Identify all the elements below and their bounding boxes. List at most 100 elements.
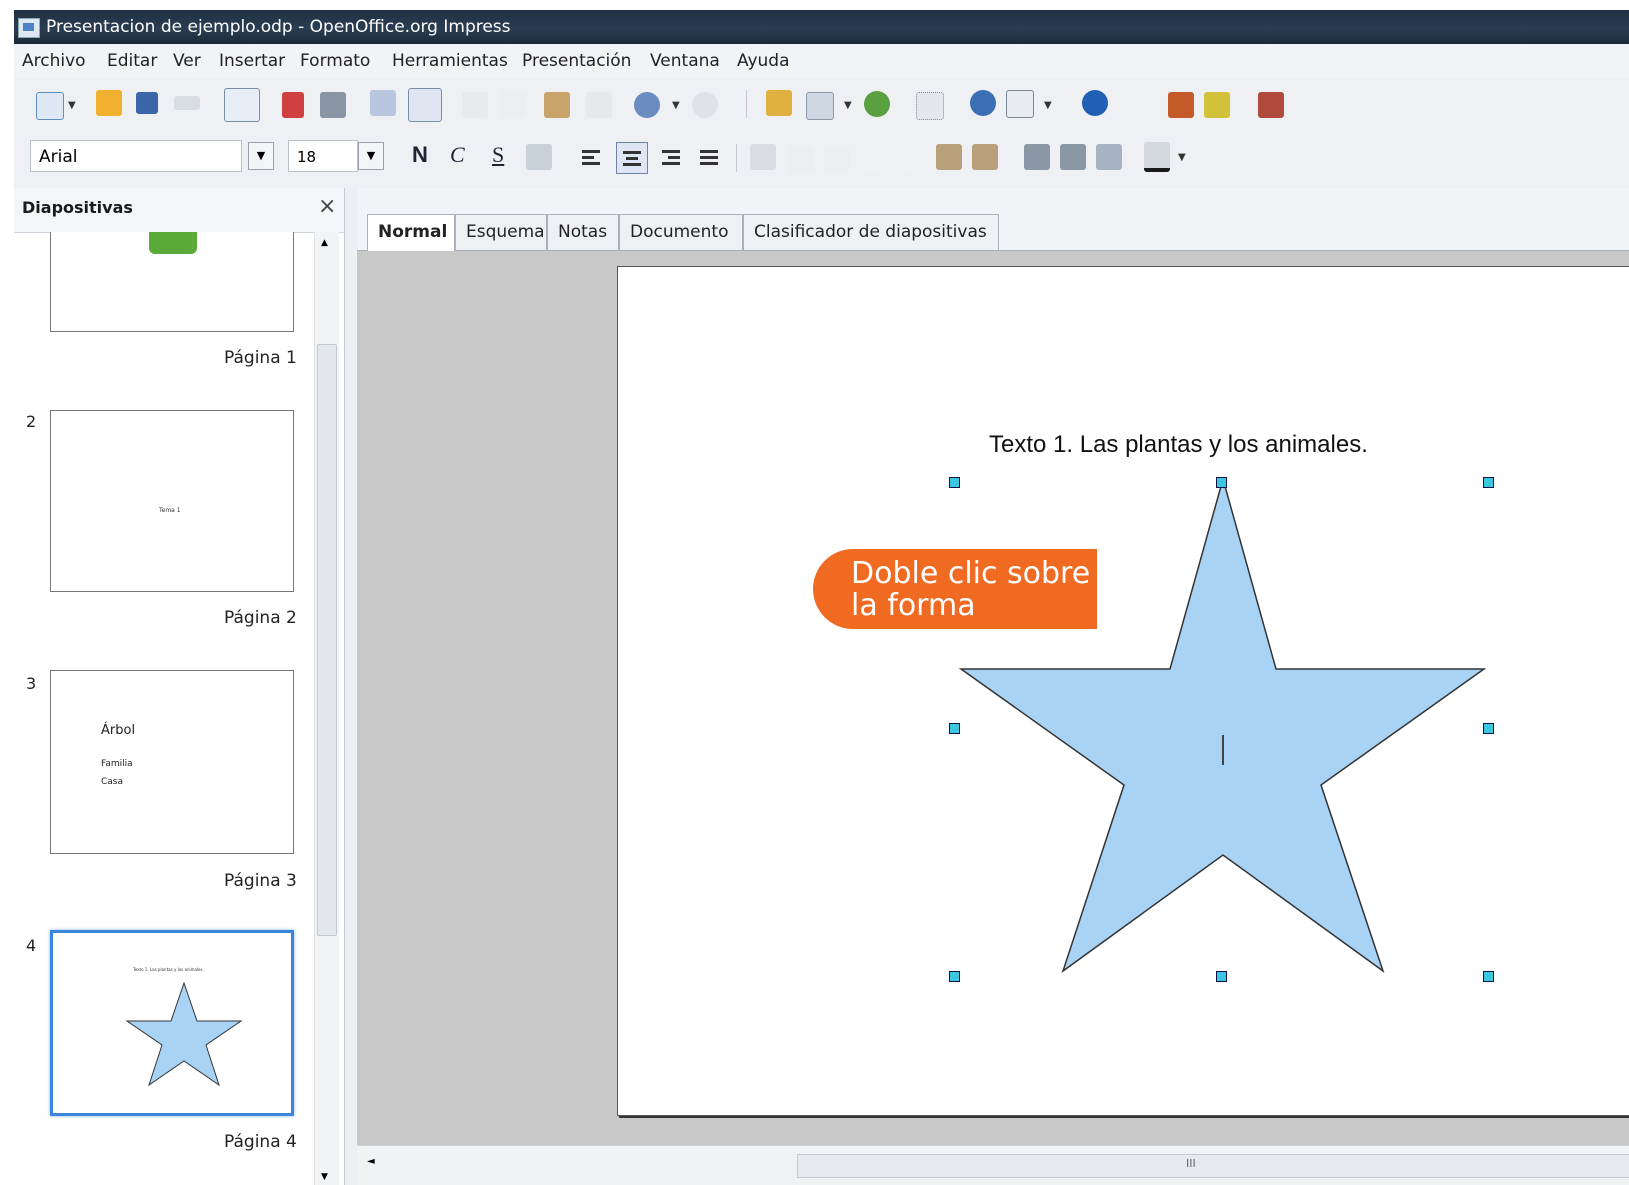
selection-handle[interactable] [1483, 723, 1494, 734]
scroll-grip: III [1186, 1157, 1196, 1170]
tab-clasificador[interactable]: Clasificador de diapositivas [743, 214, 999, 250]
zoom-icon[interactable] [1006, 90, 1034, 118]
align-left-icon[interactable] [576, 142, 606, 172]
font-effect-icon[interactable] [526, 144, 552, 170]
navigator-icon[interactable] [970, 90, 996, 116]
align-right-icon[interactable] [656, 142, 686, 172]
font-color-dropdown-icon[interactable]: ▼ [1178, 152, 1186, 163]
star-shape[interactable] [956, 471, 1490, 977]
slide-thumbnail-1[interactable] [50, 232, 294, 332]
menu-ventana[interactable]: Ventana [650, 44, 720, 78]
selection-handle[interactable] [1483, 971, 1494, 982]
slide-title-text[interactable]: Texto 1. Las plantas y los animales. [989, 431, 1368, 459]
character-icon[interactable] [1024, 144, 1050, 170]
callout-line-2: la forma [851, 588, 976, 623]
menu-bar: Archivo Editar Ver Insertar Formato Herr… [14, 44, 1629, 78]
tab-normal[interactable]: Normal [367, 214, 455, 251]
editing-area: Normal Esquema Notas Documento Clasifica… [357, 188, 1629, 1185]
menu-presentacion[interactable]: Presentación [522, 44, 631, 78]
print-icon[interactable] [320, 92, 346, 118]
slide-thumbnail-4[interactable]: Texto 1. Las plantas y los animales. [50, 930, 294, 1116]
italic-button[interactable]: C [450, 142, 465, 168]
table-dropdown-icon[interactable]: ▼ [844, 100, 852, 111]
selection-handle[interactable] [949, 971, 960, 982]
tab-esquema[interactable]: Esquema [455, 214, 547, 250]
menu-archivo[interactable]: Archivo [22, 44, 86, 78]
email-icon[interactable] [174, 96, 200, 110]
pane-splitter[interactable] [345, 188, 357, 1185]
selection-handle[interactable] [1483, 477, 1494, 488]
increase-spacing-icon[interactable] [936, 144, 962, 170]
thumbnail-text: Tema 1 [159, 507, 181, 514]
presentation-icon[interactable] [1258, 92, 1284, 118]
new-document-icon[interactable] [36, 92, 64, 120]
cut-icon[interactable] [462, 92, 488, 118]
color-bar-icon[interactable] [1204, 92, 1230, 118]
indent-less-icon[interactable] [788, 146, 814, 172]
font-name-box[interactable]: Arial [30, 140, 242, 172]
tab-documento[interactable]: Documento [619, 214, 743, 250]
menu-ayuda[interactable]: Ayuda [737, 44, 790, 78]
slide-thumbnail-3[interactable]: Árbol Familia Casa [50, 670, 294, 854]
menu-editar[interactable]: Editar [107, 44, 157, 78]
font-size-box[interactable]: 18 [288, 140, 358, 172]
shadow-button[interactable]: S [492, 142, 504, 168]
redo-icon[interactable] [692, 92, 718, 118]
copy-icon[interactable] [500, 92, 526, 118]
green-shape [149, 232, 197, 254]
undo-icon[interactable] [634, 92, 660, 118]
scroll-up-icon[interactable]: ▲ [321, 238, 328, 248]
help-icon[interactable] [1082, 90, 1108, 116]
edit-mode-icon[interactable] [224, 88, 260, 122]
scroll-left-icon[interactable]: ◄ [367, 1156, 375, 1167]
align-center-icon[interactable] [616, 142, 648, 174]
move-up-icon[interactable] [864, 146, 880, 172]
menu-herramientas[interactable]: Herramientas [392, 44, 508, 78]
chart-icon[interactable] [766, 90, 792, 116]
menu-insertar[interactable]: Insertar [219, 44, 285, 78]
save-icon[interactable] [136, 92, 158, 114]
spellcheck-icon[interactable] [370, 90, 396, 116]
autospellcheck-icon[interactable] [408, 88, 442, 122]
gallery-icon[interactable] [1168, 92, 1194, 118]
slide-pane-scrollbar[interactable]: ▲ ▼ [314, 232, 339, 1185]
bullets-icon[interactable] [750, 144, 776, 170]
export-pdf-icon[interactable] [282, 92, 304, 118]
paragraph-icon[interactable] [1060, 144, 1086, 170]
font-name-dropdown-icon[interactable]: ▼ [248, 142, 274, 170]
insert-graphic-icon[interactable] [864, 91, 890, 117]
close-icon[interactable]: × [318, 194, 336, 219]
slide-label-1: Página 1 [224, 348, 297, 368]
indent-more-icon[interactable] [824, 146, 850, 172]
standard-toolbar: ▼ ▼ ▼ ▼ [14, 78, 1629, 128]
scroll-down-icon[interactable]: ▼ [321, 1172, 328, 1182]
slide-canvas[interactable]: Texto 1. Las plantas y los animales. Dob… [617, 266, 1629, 1116]
tab-notas[interactable]: Notas [547, 214, 619, 250]
font-color-icon[interactable] [1144, 142, 1170, 172]
scrollbar-thumb[interactable] [317, 344, 337, 936]
bold-button[interactable]: N [412, 142, 428, 168]
new-dropdown-icon[interactable]: ▼ [68, 100, 76, 111]
slide-thumbnail-2[interactable]: Tema 1 [50, 410, 294, 592]
font-size-dropdown-icon[interactable]: ▼ [358, 142, 384, 170]
numbering-icon[interactable] [1096, 144, 1122, 170]
selection-handle[interactable] [1216, 477, 1227, 488]
menu-ver[interactable]: Ver [173, 44, 201, 78]
selection-handle[interactable] [949, 477, 960, 488]
horizontal-scroll-thumb[interactable]: III [797, 1154, 1629, 1178]
selection-handle[interactable] [1216, 971, 1227, 982]
clone-format-icon[interactable] [586, 92, 612, 118]
open-folder-icon[interactable] [96, 90, 122, 116]
zoom-dropdown-icon[interactable]: ▼ [1044, 100, 1052, 111]
selection-handle[interactable] [949, 723, 960, 734]
decrease-spacing-icon[interactable] [972, 144, 998, 170]
formatting-toolbar: Arial ▼ 18 ▼ N C S ▼ [14, 128, 1629, 188]
menu-formato[interactable]: Formato [300, 44, 370, 78]
move-down-icon[interactable] [902, 146, 918, 172]
horizontal-scrollbar[interactable]: ◄ III [357, 1145, 1629, 1185]
table-icon[interactable] [806, 92, 834, 120]
paste-icon[interactable] [544, 92, 570, 118]
justify-icon[interactable] [694, 142, 724, 172]
grid-icon[interactable] [916, 92, 944, 120]
undo-dropdown-icon[interactable]: ▼ [672, 100, 680, 111]
